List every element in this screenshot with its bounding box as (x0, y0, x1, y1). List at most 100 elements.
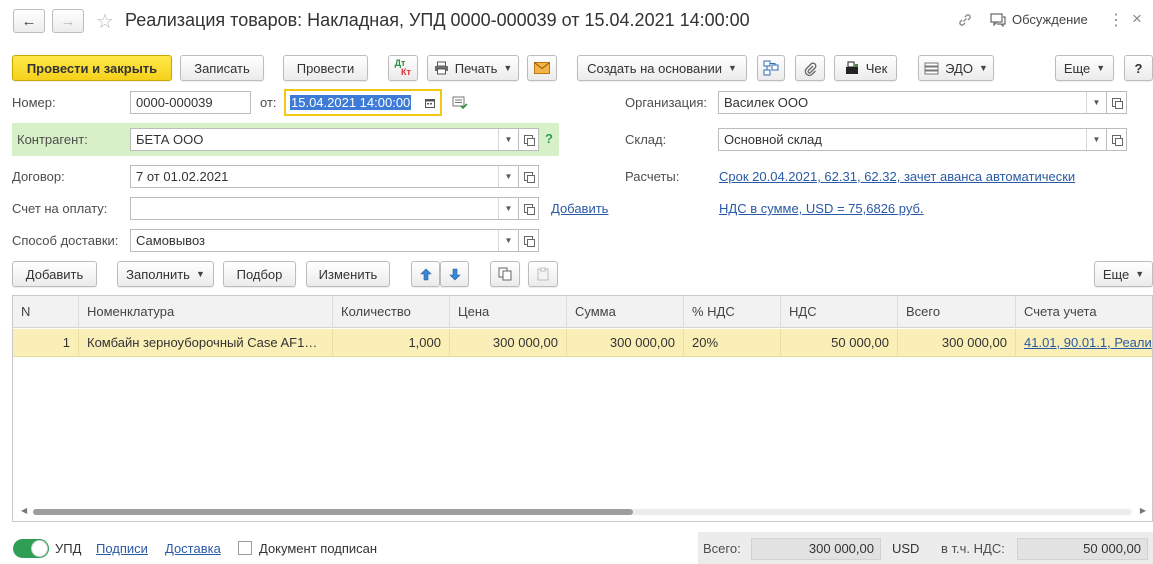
delivery-open-button[interactable] (518, 229, 539, 252)
column-header-vat-rate[interactable]: % НДС (684, 296, 781, 328)
table-change-label: Изменить (318, 266, 378, 282)
create-based-on-button[interactable]: Создать на основании ▼ (577, 55, 747, 81)
table-more-button[interactable]: Еще ▼ (1094, 261, 1153, 287)
arrow-right-icon: → (60, 12, 76, 30)
column-header-total[interactable]: Всего (898, 296, 1016, 328)
counterparty-help-icon[interactable]: ? (545, 131, 553, 146)
close-icon[interactable]: × (1132, 9, 1142, 29)
column-header-price[interactable]: Цена (450, 296, 567, 328)
edo-icon (924, 62, 939, 75)
chevron-down-icon[interactable]: ▼ (498, 230, 518, 251)
discussion-label: Обсуждение (1012, 12, 1088, 27)
cell-item: Комбайн зерноуборочный Case AF1… (79, 329, 333, 357)
table-select-button[interactable]: Подбор (223, 261, 296, 287)
back-button[interactable]: ← (13, 9, 45, 33)
document-structure-icon (763, 60, 779, 76)
cell-total: 300 000,00 (898, 329, 1016, 357)
structure-button[interactable] (757, 55, 785, 81)
table-change-button[interactable]: Изменить (306, 261, 390, 287)
save-button[interactable]: Записать (180, 55, 264, 81)
contract-field[interactable]: 7 от 01.02.2021 ▼ (130, 165, 519, 188)
delivery-link[interactable]: Доставка (165, 541, 221, 556)
column-header-sum[interactable]: Сумма (567, 296, 684, 328)
number-field[interactable]: 0000-000039 (130, 91, 251, 114)
table-add-label: Добавить (25, 266, 84, 282)
move-up-button[interactable] (411, 261, 440, 287)
total-value: 300 000,00 (751, 538, 881, 560)
post-status-icon[interactable] (452, 96, 468, 110)
post-and-close-button[interactable]: Провести и закрыть (12, 55, 172, 81)
column-header-accounts[interactable]: Счета учета (1016, 296, 1152, 328)
totals-panel: Всего: 300 000,00 USD в т.ч. НДС: 50 000… (698, 532, 1153, 564)
link-icon[interactable] (957, 12, 973, 28)
org-open-button[interactable] (1106, 91, 1127, 114)
chevron-down-icon[interactable]: ▼ (498, 166, 518, 187)
dt-kt-button[interactable]: Дт Кт (388, 55, 418, 81)
chevron-down-icon: ▼ (727, 63, 737, 73)
delivery-field[interactable]: Самовывоз ▼ (130, 229, 519, 252)
invoice-add-link[interactable]: Добавить (551, 201, 608, 216)
org-field[interactable]: Василек ООО ▼ (718, 91, 1107, 114)
discussion-button[interactable]: Обсуждение (990, 12, 1088, 27)
table-add-button[interactable]: Добавить (12, 261, 97, 287)
warehouse-label: Склад: (625, 132, 667, 147)
forward-button[interactable]: → (52, 9, 84, 33)
receipt-button[interactable]: Чек (834, 55, 897, 81)
warehouse-value: Основной склад (724, 132, 822, 147)
settlements-link[interactable]: Срок 20.04.2021, 62.31, 62.32, зачет ава… (719, 169, 1075, 184)
post-button[interactable]: Провести (283, 55, 368, 81)
date-field[interactable]: 15.04.2021 14:00:00 (284, 89, 442, 116)
copy-icon (498, 267, 512, 281)
signatures-link[interactable]: Подписи (96, 541, 148, 556)
cell-price: 300 000,00 (450, 329, 567, 357)
contract-open-button[interactable] (518, 165, 539, 188)
column-header-quantity[interactable]: Количество (333, 296, 450, 328)
vat-link[interactable]: НДС в сумме, USD = 75,6826 руб. (719, 201, 924, 216)
table-row[interactable]: 1 Комбайн зерноуборочный Case AF1… 1,000… (13, 329, 1152, 357)
counterparty-value: БЕТА ООО (136, 132, 204, 147)
goods-table[interactable]: N Номенклатура Количество Цена Сумма % Н… (12, 295, 1153, 522)
more-vertical-icon[interactable]: ⋮ (1108, 10, 1124, 30)
attach-button[interactable] (795, 55, 825, 81)
upd-toggle[interactable] (13, 539, 49, 558)
calendar-icon[interactable] (420, 98, 440, 108)
invoice-open-button[interactable] (518, 197, 539, 220)
cell-accounts-link[interactable]: 41.01, 90.01.1, Реали (1016, 329, 1152, 357)
scroll-thumb[interactable] (33, 509, 633, 515)
invoice-field[interactable]: ▼ (130, 197, 519, 220)
move-down-button[interactable] (440, 261, 469, 287)
counterparty-field[interactable]: БЕТА ООО ▼ (130, 128, 519, 151)
org-label: Организация: (625, 95, 708, 110)
warehouse-field[interactable]: Основной склад ▼ (718, 128, 1107, 151)
date-value-wrap: 15.04.2021 14:00:00 (286, 95, 420, 110)
scroll-right-icon[interactable]: ▶ (1140, 506, 1146, 515)
copy-button[interactable] (490, 261, 520, 287)
vat-total-value: 50 000,00 (1017, 538, 1148, 560)
more-button[interactable]: Еще ▼ (1055, 55, 1114, 81)
edo-label: ЭДО (945, 60, 973, 76)
email-button[interactable] (527, 55, 557, 81)
favorite-star-icon[interactable]: ☆ (96, 9, 114, 34)
edo-button[interactable]: ЭДО ▼ (918, 55, 994, 81)
print-button[interactable]: Печать ▼ (427, 55, 519, 81)
number-value: 0000-000039 (136, 95, 213, 110)
help-button[interactable]: ? (1124, 55, 1153, 81)
column-header-vat[interactable]: НДС (781, 296, 898, 328)
paperclip-icon (803, 61, 817, 76)
invoice-label: Счет на оплату: (12, 201, 108, 216)
column-header-n[interactable]: N (13, 296, 79, 328)
warehouse-open-button[interactable] (1106, 128, 1127, 151)
chevron-down-icon[interactable]: ▼ (498, 129, 518, 150)
printer-icon (434, 61, 449, 75)
chevron-down-icon[interactable]: ▼ (1086, 92, 1106, 113)
column-header-item[interactable]: Номенклатура (79, 296, 333, 328)
chevron-down-icon[interactable]: ▼ (1086, 129, 1106, 150)
chevron-down-icon[interactable]: ▼ (498, 198, 518, 219)
signed-checkbox[interactable] (238, 541, 252, 555)
horizontal-scrollbar[interactable]: ◀ ▶ (13, 505, 1152, 517)
paste-button[interactable] (528, 261, 558, 287)
counterparty-open-button[interactable] (518, 128, 539, 151)
scroll-left-icon[interactable]: ◀ (21, 506, 27, 515)
table-fill-button[interactable]: Заполнить ▼ (117, 261, 214, 287)
page-title: Реализация товаров: Накладная, УПД 0000-… (125, 10, 750, 30)
